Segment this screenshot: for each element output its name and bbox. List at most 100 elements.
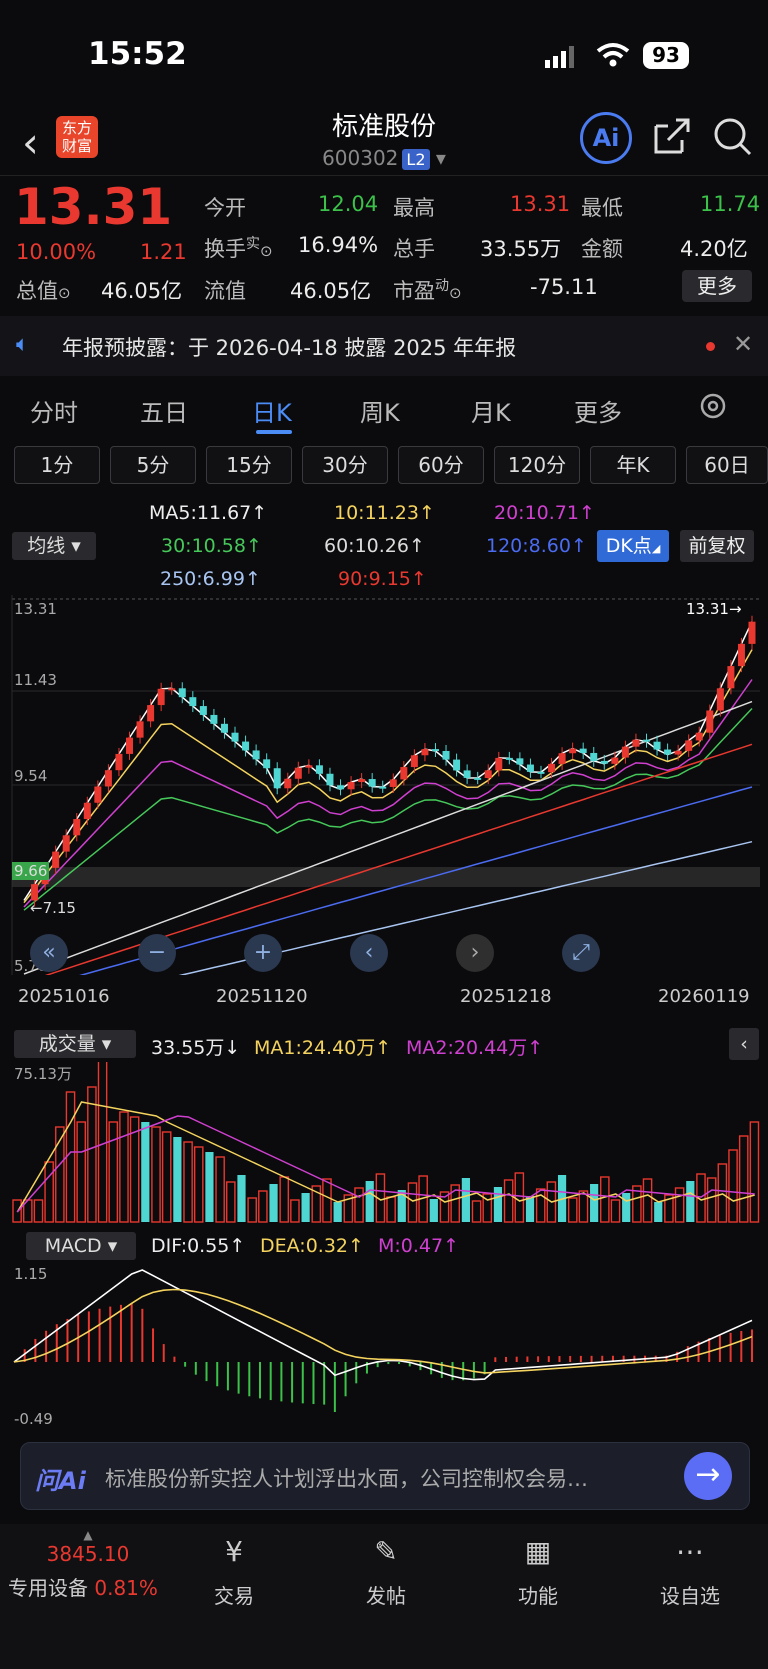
candle-body bbox=[136, 721, 144, 738]
ask-ai-bar[interactable]: 问Ai 标准股份新实控人计划浮出水面，公司控制权会易… bbox=[20, 1442, 750, 1510]
change-amount: 1.21 bbox=[140, 240, 187, 264]
ask-ai-brand: 问Ai bbox=[35, 1467, 86, 1495]
announcement-text: 年报预披露：于 2026-04-18 披露 2025 年年报 bbox=[62, 336, 517, 360]
period-30min[interactable]: 30分 bbox=[302, 446, 388, 484]
collapse-icon[interactable]: ‹ bbox=[729, 1028, 759, 1060]
float-value: 46.05亿 bbox=[290, 279, 372, 303]
period-year-k[interactable]: 年K bbox=[590, 446, 676, 484]
volume-bar bbox=[151, 1126, 161, 1223]
dk-point-button[interactable]: DK点◢ bbox=[597, 530, 669, 562]
candle-body bbox=[199, 706, 207, 715]
settings-icon[interactable] bbox=[697, 390, 729, 426]
candle-body bbox=[737, 643, 745, 667]
volume-bar bbox=[365, 1181, 374, 1222]
volume-bar bbox=[354, 1187, 364, 1223]
candle-body bbox=[695, 732, 703, 741]
unread-dot bbox=[706, 342, 715, 351]
float-label: 流值 bbox=[204, 279, 246, 303]
candle-body bbox=[252, 750, 260, 760]
send-arrow-icon[interactable]: → bbox=[684, 1452, 732, 1500]
candle-body bbox=[569, 748, 577, 754]
open-value: 12.04 bbox=[318, 192, 379, 216]
candle-body bbox=[347, 782, 355, 790]
tab-more[interactable]: 更多 bbox=[574, 393, 622, 428]
scroll-left-icon[interactable]: ‹ bbox=[350, 934, 388, 972]
scroll-left-fast-icon[interactable]: « bbox=[30, 934, 68, 972]
zoom-out-icon[interactable]: − bbox=[138, 934, 176, 972]
last-price-tag: 13.31→ bbox=[686, 600, 742, 618]
forward-adjust-button[interactable]: 前复权 bbox=[680, 530, 754, 562]
sector-name: 专用设备 bbox=[8, 1576, 88, 1600]
candle-body bbox=[337, 785, 345, 790]
period-1min[interactable]: 1分 bbox=[14, 446, 100, 484]
tab-five-day[interactable]: 五日 bbox=[140, 393, 188, 428]
candle-body bbox=[263, 759, 271, 769]
volume-ma1: MA1:24.40万↑ bbox=[254, 1037, 392, 1059]
candle-body bbox=[104, 770, 112, 787]
ma-selector[interactable]: 均线 ▾ bbox=[12, 532, 96, 560]
chevron-down-icon: ▾ bbox=[435, 146, 446, 170]
volume-bar bbox=[141, 1122, 150, 1222]
macd-selector[interactable]: MACD ▾ bbox=[26, 1232, 136, 1260]
ma120-value: 120:8.60↑ bbox=[486, 535, 587, 557]
period-15min[interactable]: 15分 bbox=[206, 446, 292, 484]
volume-bar bbox=[269, 1184, 278, 1222]
kline-chart[interactable] bbox=[0, 595, 768, 975]
code-text: 600302 bbox=[322, 146, 399, 170]
trade-icon[interactable]: ¥ bbox=[212, 1530, 256, 1574]
moving-average-line bbox=[23, 700, 753, 975]
volume-bar bbox=[728, 1149, 738, 1223]
battery-indicator: 93 bbox=[643, 42, 689, 69]
candle-body bbox=[94, 786, 102, 803]
zoom-in-icon[interactable]: + bbox=[244, 934, 282, 972]
high-value: 13.31 bbox=[510, 192, 571, 216]
period-120min[interactable]: 120分 bbox=[494, 446, 580, 484]
watch-label[interactable]: 设自选 bbox=[640, 1580, 740, 1609]
macd-dea: DEA:0.32↑ bbox=[260, 1235, 364, 1257]
more-dots-icon[interactable]: ⋯ bbox=[668, 1530, 712, 1574]
candle-body bbox=[674, 750, 682, 755]
turnover-value: 16.94% bbox=[298, 233, 379, 257]
kline-axis-mid2: 9.54 bbox=[14, 767, 48, 785]
tab-daily-k[interactable]: 日K bbox=[252, 393, 292, 428]
candle-body bbox=[632, 739, 640, 747]
volume-selector[interactable]: 成交量 ▾ bbox=[14, 1030, 136, 1058]
volume-bar bbox=[622, 1193, 631, 1222]
candle-body bbox=[611, 757, 619, 764]
candle-body bbox=[115, 753, 123, 771]
last-price: 13.31 bbox=[14, 178, 173, 236]
close-icon[interactable]: ✕ bbox=[733, 330, 753, 358]
volume-bar bbox=[279, 1176, 290, 1223]
tab-monthly-k[interactable]: 月K bbox=[471, 393, 511, 428]
caret-up-icon: ▲ bbox=[83, 1528, 93, 1542]
period-5min[interactable]: 5分 bbox=[110, 446, 196, 484]
tab-weekly-k[interactable]: 周K bbox=[360, 393, 400, 428]
candle-body bbox=[220, 723, 228, 733]
post-icon[interactable]: ✎ bbox=[364, 1530, 408, 1574]
ma60-value: 60:10.26↑ bbox=[324, 535, 425, 557]
trade-label[interactable]: 交易 bbox=[184, 1580, 284, 1609]
turnover-label: 换手实⊙ bbox=[204, 236, 273, 261]
candle-body bbox=[505, 757, 513, 760]
feature-grid-icon[interactable]: ▦ bbox=[516, 1530, 560, 1574]
ai-button[interactable]: Ai bbox=[580, 112, 632, 164]
period-60day[interactable]: 60日 bbox=[686, 446, 768, 484]
period-60min[interactable]: 60分 bbox=[398, 446, 484, 484]
tab-intraday[interactable]: 分时 bbox=[30, 393, 78, 428]
search-icon[interactable] bbox=[712, 116, 754, 162]
volume-bar bbox=[578, 1190, 589, 1223]
candle-body bbox=[600, 760, 608, 764]
volume-value: 33.55万 bbox=[480, 237, 562, 261]
index-item[interactable]: ▲ 3845.10 专用设备 0.81% bbox=[8, 1528, 168, 1601]
candle-body bbox=[305, 765, 313, 768]
scroll-right-icon[interactable]: › bbox=[456, 934, 494, 972]
fullscreen-icon[interactable]: ⤢ bbox=[562, 934, 600, 972]
more-button[interactable]: 更多 bbox=[682, 270, 752, 302]
volume-bar bbox=[97, 1062, 108, 1223]
post-label[interactable]: 发帖 bbox=[336, 1580, 436, 1609]
volume-bar bbox=[119, 1111, 129, 1223]
share-icon[interactable] bbox=[652, 116, 692, 160]
candle-body bbox=[410, 755, 418, 768]
feature-label[interactable]: 功能 bbox=[488, 1580, 588, 1609]
announcement-bar[interactable]: 🔈︎ 年报预披露：于 2026-04-18 披露 2025 年年报 ✕ bbox=[0, 316, 768, 376]
